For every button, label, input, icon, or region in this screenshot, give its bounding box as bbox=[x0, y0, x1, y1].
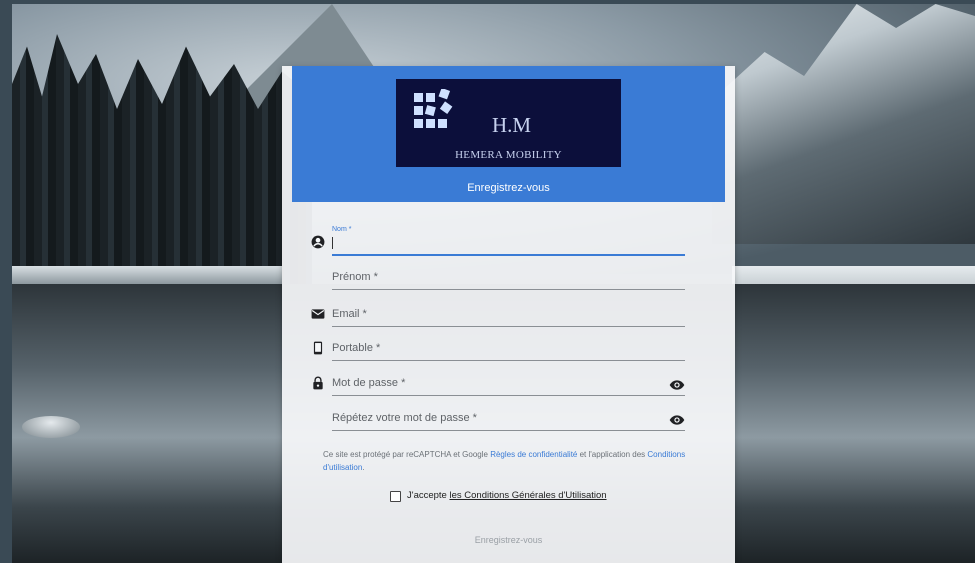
notice-prefix: Ce site est protégé par reCAPTCHA et Goo… bbox=[323, 450, 491, 459]
nom-label: Nom * bbox=[332, 226, 352, 233]
account-circle-icon bbox=[311, 235, 325, 249]
prenom-underline bbox=[332, 289, 685, 290]
notice-middle: et l'application des bbox=[577, 450, 648, 459]
portable-field[interactable]: Portable * bbox=[332, 331, 685, 361]
password-underline bbox=[332, 395, 685, 396]
nom-field[interactable]: Nom * bbox=[332, 226, 685, 256]
password-label: Mot de passe * bbox=[332, 377, 406, 389]
submit-button[interactable]: Enregistrez-vous bbox=[422, 532, 595, 548]
cgu-link[interactable]: les Conditions Générales d'Utilisation bbox=[449, 490, 606, 501]
form-title: Enregistrez-vous bbox=[467, 182, 550, 194]
password-repeat-underline bbox=[332, 430, 685, 431]
background-rock bbox=[22, 416, 80, 438]
password-repeat-label: Répétez votre mot de passe * bbox=[332, 412, 477, 424]
portable-label: Portable * bbox=[332, 342, 381, 354]
email-label: Email * bbox=[332, 308, 367, 320]
notice-suffix: . bbox=[362, 463, 365, 472]
registration-card: H.M HEMERA MOBILITY Enregistrez-vous Nom… bbox=[282, 66, 735, 563]
prenom-field[interactable]: Prénom * bbox=[332, 260, 685, 290]
email-icon bbox=[311, 309, 325, 319]
lock-icon bbox=[313, 376, 323, 390]
phone-icon bbox=[313, 341, 323, 355]
portable-underline bbox=[332, 360, 685, 361]
eye-icon[interactable] bbox=[669, 414, 685, 426]
email-underline bbox=[332, 326, 685, 327]
brand-logo: H.M HEMERA MOBILITY bbox=[396, 79, 621, 167]
nom-underline bbox=[332, 254, 685, 256]
privacy-link[interactable]: Règles de confidentialité bbox=[490, 450, 577, 459]
background-snow-left bbox=[12, 266, 282, 284]
text-caret bbox=[332, 237, 333, 249]
logo-squares-icon bbox=[414, 89, 453, 128]
recaptcha-notice: Ce site est protégé par reCAPTCHA et Goo… bbox=[323, 448, 693, 474]
accept-text: J'accepte les Conditions Générales d'Uti… bbox=[407, 490, 607, 501]
accept-prefix: J'accepte bbox=[407, 490, 450, 501]
logo-title: H.M bbox=[492, 113, 532, 137]
email-field[interactable]: Email * bbox=[332, 297, 685, 327]
password-field[interactable]: Mot de passe * bbox=[332, 366, 685, 396]
accept-terms[interactable]: J'accepte les Conditions Générales d'Uti… bbox=[390, 490, 630, 504]
prenom-label: Prénom * bbox=[332, 271, 378, 283]
logo-subtitle: HEMERA MOBILITY bbox=[455, 149, 562, 161]
card-header: H.M HEMERA MOBILITY Enregistrez-vous bbox=[292, 66, 725, 202]
accept-checkbox[interactable] bbox=[390, 491, 401, 502]
eye-icon[interactable] bbox=[669, 379, 685, 391]
password-repeat-field[interactable]: Répétez votre mot de passe * bbox=[332, 401, 685, 431]
